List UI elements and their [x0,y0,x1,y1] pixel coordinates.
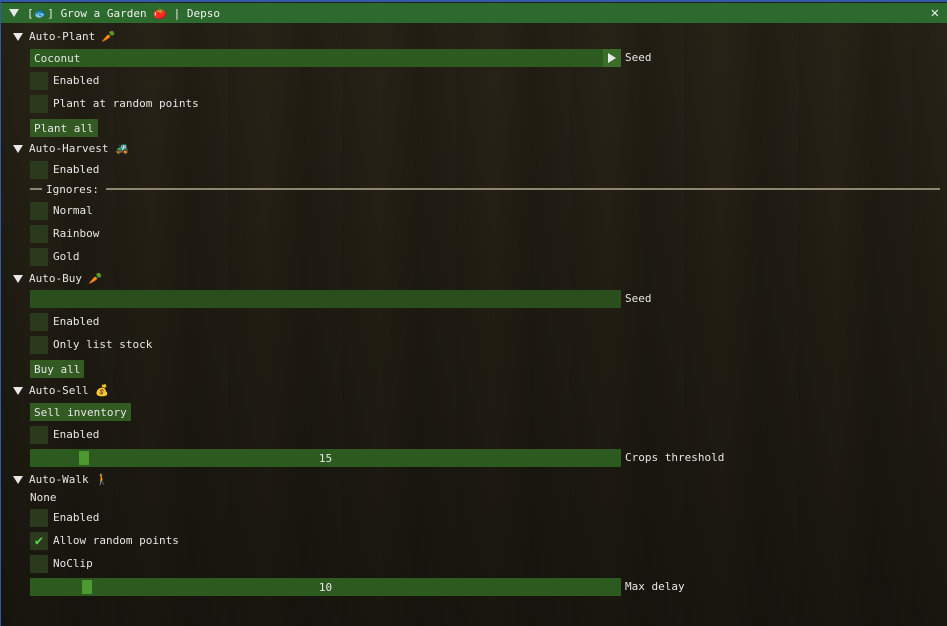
auto-buy-header[interactable]: Auto-Buy 🥕 [29,272,102,285]
ignore-normal-label: Normal [53,204,93,217]
plant-all-button-label: Plant all [34,121,94,135]
ignore-normal-checkbox[interactable] [30,202,48,220]
auto-sell-enabled-checkbox[interactable] [30,426,48,444]
allow-random-points-checkbox[interactable]: ✔ [30,532,48,550]
auto-plant-seed-combo[interactable]: Coconut [30,49,621,67]
auto-plant-enabled-label: Enabled [53,74,100,87]
ignores-separator-left [30,188,42,190]
auto-plant-seed-label: Seed [625,51,652,64]
ignore-rainbow-checkbox[interactable] [30,225,48,243]
auto-walk-collapse-icon[interactable] [13,476,23,484]
max-delay-label: Max delay [625,580,685,593]
sell-inventory-button-label: Sell inventory [34,405,127,419]
auto-walk-enabled-checkbox[interactable] [30,509,48,527]
auto-walk-header[interactable]: Auto-Walk 🚶 [29,473,109,486]
auto-plant-header[interactable]: Auto-Plant 🥕 [29,30,116,43]
auto-harvest-enabled-checkbox[interactable] [30,161,48,179]
auto-sell-collapse-icon[interactable] [13,387,23,395]
ignore-gold-label: Gold [53,250,80,263]
buy-all-button-label: Buy all [34,362,81,376]
only-list-stock-label: Only list stock [53,338,153,351]
noclip-checkbox[interactable] [30,555,48,573]
auto-plant-seed-dropdown-icon[interactable] [603,49,621,67]
auto-buy-seed-label: Seed [625,292,652,305]
auto-harvest-header[interactable]: Auto-Harvest 🚜 [29,142,129,155]
crops-threshold-label: Crops threshold [625,451,725,464]
auto-plant-enabled-checkbox[interactable] [30,72,48,90]
window-titlebar[interactable]: [🐟] Grow a Garden 🍅 | Depso ✕ [1,3,947,23]
max-delay-slider[interactable]: 10 [30,578,621,596]
auto-plant-random-checkbox[interactable] [30,95,48,113]
auto-buy-enabled-label: Enabled [53,315,100,328]
window-top-border [0,0,947,2]
buy-all-button[interactable]: Buy all [30,360,85,378]
collapse-window-icon[interactable] [9,9,19,17]
allow-random-points-label: Allow random points [53,534,179,547]
crops-threshold-value: 15 [318,451,333,465]
sell-inventory-button[interactable]: Sell inventory [30,403,131,421]
close-icon[interactable]: ✕ [931,5,939,21]
plant-all-button[interactable]: Plant all [30,119,98,137]
auto-sell-header[interactable]: Auto-Sell 💰 [29,384,109,397]
auto-plant-collapse-icon[interactable] [13,33,23,41]
noclip-label: NoClip [53,557,93,570]
auto-harvest-collapse-icon[interactable] [13,145,23,153]
ignore-gold-checkbox[interactable] [30,248,48,266]
auto-buy-enabled-checkbox[interactable] [30,313,48,331]
auto-sell-enabled-label: Enabled [53,428,100,441]
auto-harvest-enabled-label: Enabled [53,163,100,176]
window-title: [🐟] Grow a Garden 🍅 | Depso [27,6,220,20]
crops-threshold-slider[interactable]: 15 [30,449,621,467]
ignores-separator-right [106,188,940,190]
auto-plant-seed-value: Coconut [34,51,81,65]
ignores-label: Ignores: [46,183,99,196]
window-content: Auto-Plant 🥕 Coconut Seed Enabled Plant … [0,23,947,626]
checkmark-icon: ✔ [34,533,44,549]
ignore-rainbow-label: Rainbow [53,227,100,240]
auto-walk-status: None [30,491,57,504]
auto-buy-collapse-icon[interactable] [13,275,23,283]
auto-walk-enabled-label: Enabled [53,511,100,524]
only-list-stock-checkbox[interactable] [30,336,48,354]
auto-plant-random-label: Plant at random points [53,97,199,110]
max-delay-value: 10 [318,580,333,594]
auto-buy-seed-input[interactable] [30,290,621,308]
